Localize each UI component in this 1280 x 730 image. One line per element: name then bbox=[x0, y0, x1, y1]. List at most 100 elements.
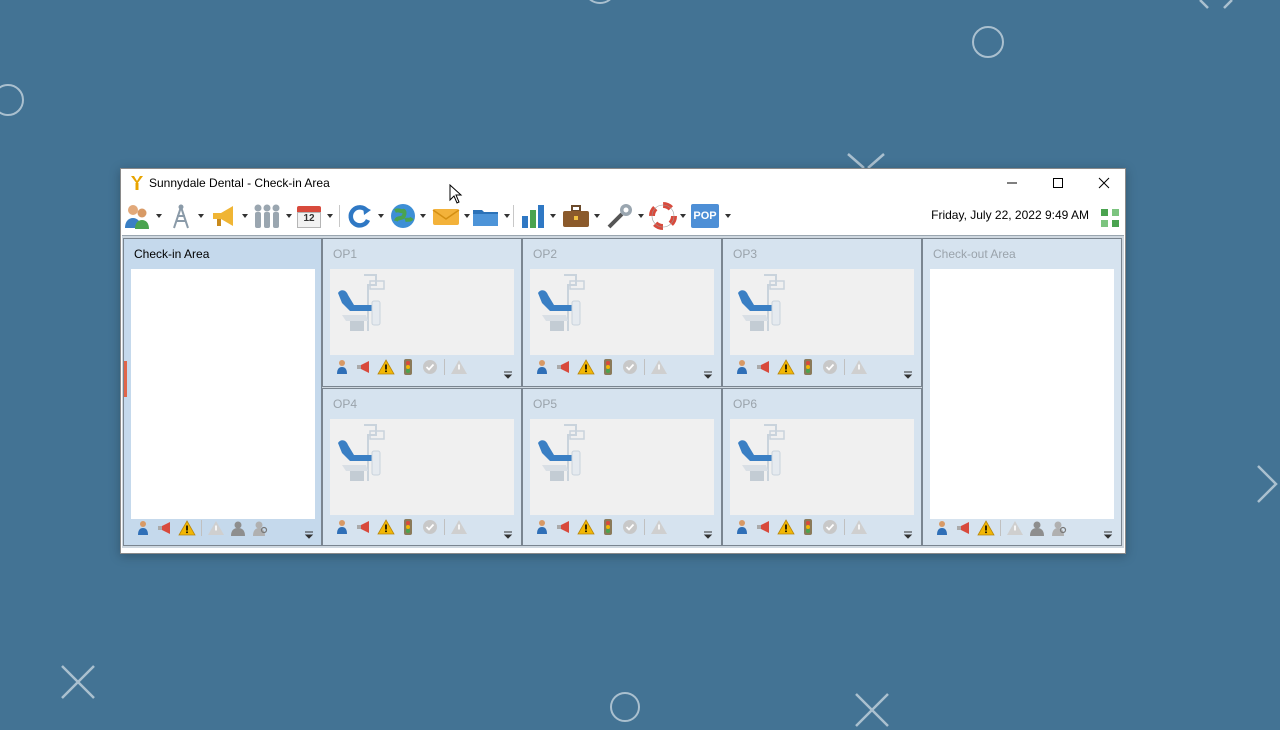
traffic-light-icon[interactable] bbox=[397, 357, 419, 377]
warning-icon[interactable] bbox=[575, 517, 597, 537]
user-search-icon[interactable] bbox=[249, 518, 271, 538]
pop-button[interactable]: POP bbox=[691, 201, 731, 231]
tools-button[interactable] bbox=[605, 201, 644, 231]
patient-icon[interactable] bbox=[931, 518, 953, 538]
checkmark-icon[interactable] bbox=[619, 517, 641, 537]
patients-button[interactable] bbox=[123, 201, 162, 231]
datetime-display: Friday, July 22, 2022 9:49 AM bbox=[931, 208, 1089, 222]
megaphone-icon[interactable] bbox=[953, 518, 975, 538]
checkmark-icon[interactable] bbox=[419, 517, 441, 537]
checkmark-icon[interactable] bbox=[619, 357, 641, 377]
close-icon bbox=[1098, 177, 1110, 189]
op2-panel[interactable]: OP2 bbox=[522, 238, 722, 387]
family-button[interactable] bbox=[251, 201, 292, 231]
megaphone-icon[interactable] bbox=[154, 518, 176, 538]
calendar-day: 12 bbox=[303, 213, 315, 224]
selection-indicator bbox=[124, 361, 127, 397]
reports-button[interactable] bbox=[519, 201, 556, 231]
patient-icon[interactable] bbox=[331, 357, 353, 377]
warning-icon[interactable] bbox=[975, 518, 997, 538]
app-logo-icon bbox=[131, 176, 143, 190]
megaphone-icon[interactable] bbox=[553, 517, 575, 537]
patient-icon[interactable] bbox=[531, 357, 553, 377]
minimize-icon bbox=[1007, 182, 1017, 184]
op5-title: OP5 bbox=[533, 397, 558, 411]
user-icon[interactable] bbox=[1026, 518, 1048, 538]
op4-dropdown-icon[interactable] bbox=[503, 529, 513, 539]
warning-icon[interactable] bbox=[375, 357, 397, 377]
megaphone-icon[interactable] bbox=[753, 357, 775, 377]
checkin-status-strip bbox=[132, 517, 271, 539]
checkmark-icon[interactable] bbox=[819, 517, 841, 537]
dental-chair-icon bbox=[738, 274, 785, 331]
traffic-light-icon[interactable] bbox=[597, 357, 619, 377]
signal-tower-button[interactable] bbox=[167, 201, 204, 231]
checkmark-icon[interactable] bbox=[819, 357, 841, 377]
warning-icon[interactable] bbox=[575, 357, 597, 377]
warning-icon[interactable] bbox=[176, 518, 198, 538]
briefcase-button[interactable] bbox=[561, 201, 600, 231]
traffic-light-icon[interactable] bbox=[597, 517, 619, 537]
toolbar-separator bbox=[339, 205, 340, 227]
help-button[interactable] bbox=[649, 201, 686, 231]
checkin-panel[interactable]: Check-in Area bbox=[123, 238, 322, 546]
op1-dropdown-icon[interactable] bbox=[503, 369, 513, 379]
warning-icon[interactable] bbox=[775, 517, 797, 537]
calendar-button[interactable]: 12 bbox=[297, 201, 333, 231]
op5-status-strip bbox=[531, 516, 670, 538]
folder-icon bbox=[473, 210, 498, 226]
pop-icon: POP bbox=[691, 204, 719, 228]
op6-dropdown-icon[interactable] bbox=[903, 529, 913, 539]
patient-icon[interactable] bbox=[132, 518, 154, 538]
op3-status-strip bbox=[731, 356, 870, 378]
checkout-list[interactable] bbox=[930, 269, 1114, 519]
op6-panel[interactable]: OP6 bbox=[722, 388, 922, 546]
traffic-light-icon[interactable] bbox=[797, 517, 819, 537]
warning-icon[interactable] bbox=[775, 357, 797, 377]
patient-icon[interactable] bbox=[331, 517, 353, 537]
folder-button[interactable] bbox=[471, 201, 510, 231]
decor-circle bbox=[586, 0, 614, 4]
checkin-dropdown-icon[interactable] bbox=[304, 529, 314, 539]
op3-dropdown-icon[interactable] bbox=[903, 369, 913, 379]
email-button[interactable] bbox=[431, 201, 470, 231]
user-icon[interactable] bbox=[227, 518, 249, 538]
megaphone-button[interactable] bbox=[209, 201, 248, 231]
op1-title: OP1 bbox=[333, 247, 358, 261]
op5-panel[interactable]: OP5 bbox=[522, 388, 722, 546]
op1-panel[interactable]: OP1 bbox=[322, 238, 522, 387]
minimize-button[interactable] bbox=[989, 169, 1035, 197]
maximize-button[interactable] bbox=[1035, 169, 1081, 197]
op6-status-strip bbox=[731, 516, 870, 538]
op3-panel[interactable]: OP3 bbox=[722, 238, 922, 387]
op4-panel[interactable]: OP4 bbox=[322, 388, 522, 546]
patient-icon[interactable] bbox=[531, 517, 553, 537]
checkin-list[interactable] bbox=[131, 269, 315, 519]
decor-circle bbox=[610, 692, 640, 722]
warning-icon[interactable] bbox=[375, 517, 397, 537]
traffic-light-icon[interactable] bbox=[797, 357, 819, 377]
op5-dropdown-icon[interactable] bbox=[703, 529, 713, 539]
checkout-panel[interactable]: Check-out Area bbox=[922, 238, 1122, 546]
title-bar[interactable]: Sunnydale Dental - Check-in Area bbox=[121, 169, 1125, 197]
megaphone-icon bbox=[213, 206, 233, 226]
patient-icon[interactable] bbox=[731, 357, 753, 377]
megaphone-icon[interactable] bbox=[353, 357, 375, 377]
close-button[interactable] bbox=[1081, 169, 1127, 197]
user-search-icon[interactable] bbox=[1048, 518, 1070, 538]
email-icon bbox=[432, 209, 460, 225]
megaphone-icon[interactable] bbox=[553, 357, 575, 377]
patient-icon[interactable] bbox=[731, 517, 753, 537]
layout-grid-icon[interactable] bbox=[1099, 207, 1121, 229]
refresh-button[interactable] bbox=[345, 201, 384, 231]
warning-disabled-icon bbox=[848, 517, 870, 537]
toolbar-separator bbox=[513, 205, 514, 227]
traffic-light-icon[interactable] bbox=[397, 517, 419, 537]
checkmark-icon[interactable] bbox=[419, 357, 441, 377]
decor-cross bbox=[61, 665, 95, 699]
megaphone-icon[interactable] bbox=[353, 517, 375, 537]
checkout-dropdown-icon[interactable] bbox=[1103, 529, 1113, 539]
globe-button[interactable] bbox=[389, 201, 426, 231]
megaphone-icon[interactable] bbox=[753, 517, 775, 537]
op2-dropdown-icon[interactable] bbox=[703, 369, 713, 379]
